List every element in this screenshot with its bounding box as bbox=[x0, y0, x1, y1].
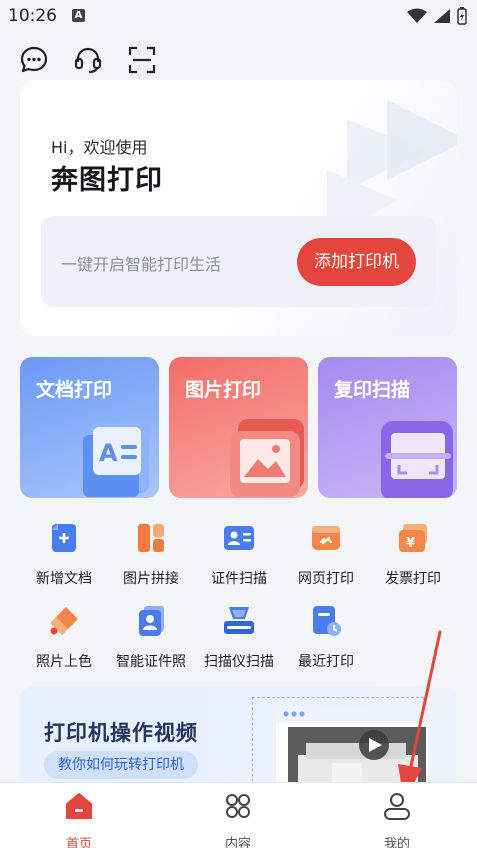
grid-item-new-document[interactable]: 新增文档 bbox=[19, 522, 109, 588]
web-link-icon bbox=[312, 526, 340, 550]
nav-label: 首页 bbox=[65, 837, 92, 848]
grid-label: 网页打印 bbox=[298, 571, 354, 587]
headset-icon[interactable] bbox=[72, 44, 104, 76]
signal-icon bbox=[434, 9, 450, 23]
status-indicators bbox=[407, 7, 467, 25]
nav-item-home[interactable]: 首页 bbox=[39, 791, 119, 848]
profile-icon bbox=[384, 793, 410, 820]
document-print-card[interactable]: 文档打印 A bbox=[20, 357, 159, 498]
grid-item-web-print[interactable]: 网页打印 bbox=[281, 522, 371, 588]
paint-bucket-icon bbox=[50, 607, 78, 635]
grid-label: 智能证件照 bbox=[116, 654, 186, 670]
home-icon bbox=[66, 793, 92, 819]
grid-label: 新增文档 bbox=[36, 571, 92, 587]
video-banner-title: 打印机操作视频 bbox=[44, 721, 198, 745]
image-icon bbox=[230, 419, 304, 497]
welcome-card: Hi，欢迎使用 奔图打印 一键开启智能打印生活 添加打印机 bbox=[20, 80, 457, 336]
scanner-icon bbox=[224, 607, 254, 634]
welcome-greeting: Hi，欢迎使用 bbox=[51, 138, 148, 157]
grid-item-scanner-scan[interactable]: 扫描仪扫描 bbox=[194, 605, 284, 671]
grid-item-photo-colorize[interactable]: 照片上色 bbox=[19, 605, 109, 671]
grid-item-recent-print[interactable]: 最近打印 bbox=[281, 605, 371, 671]
copy-scan-label: 复印扫描 bbox=[334, 379, 411, 401]
bottom-nav: 首页 内容 我的 bbox=[0, 782, 477, 848]
content-grid-icon bbox=[226, 794, 250, 818]
grid-label: 照片上色 bbox=[36, 654, 92, 670]
grid-item-id-scan[interactable]: 证件扫描 bbox=[194, 522, 284, 588]
grid-item-smart-id-photo[interactable]: 智能证件照 bbox=[106, 605, 196, 671]
image-print-card[interactable]: 图片打印 bbox=[169, 357, 308, 498]
wifi-icon bbox=[407, 8, 427, 23]
id-card-icon bbox=[224, 526, 254, 550]
notification-icon: A bbox=[72, 9, 85, 22]
nav-label: 内容 bbox=[224, 837, 251, 848]
image-collage-icon bbox=[138, 524, 164, 552]
scan-frame-icon bbox=[381, 421, 453, 498]
status-bar: 10:26 A bbox=[0, 0, 477, 34]
nav-item-content[interactable]: 内容 bbox=[198, 791, 278, 848]
grid-label: 图片拼接 bbox=[123, 571, 179, 587]
grid-item-image-collage[interactable]: 图片拼接 bbox=[106, 522, 196, 588]
nav-label: 我的 bbox=[383, 837, 410, 848]
image-print-label: 图片打印 bbox=[185, 379, 262, 401]
svg-text:A: A bbox=[99, 439, 118, 467]
video-banner-subtitle: 教你如何玩转打印机 bbox=[44, 751, 198, 779]
grid-item-invoice-print[interactable]: ¥ 发票打印 bbox=[368, 522, 458, 588]
grid-label: 扫描仪扫描 bbox=[204, 654, 274, 670]
grid-label: 发票打印 bbox=[385, 571, 441, 587]
add-printer-prompt: 一键开启智能打印生活 bbox=[61, 255, 222, 274]
new-document-icon bbox=[52, 524, 76, 552]
document-print-label: 文档打印 bbox=[36, 379, 113, 401]
top-toolbar bbox=[18, 44, 158, 76]
id-photo-icon bbox=[139, 606, 164, 636]
status-time: 10:26 bbox=[8, 6, 57, 26]
app-title: 奔图打印 bbox=[51, 165, 163, 196]
nav-item-profile[interactable]: 我的 bbox=[357, 791, 437, 848]
svg-text:¥: ¥ bbox=[406, 536, 415, 551]
copy-scan-card[interactable]: 复印扫描 bbox=[318, 357, 457, 498]
grid-label: 最近打印 bbox=[298, 654, 354, 670]
recent-document-icon bbox=[313, 606, 341, 636]
document-icon: A bbox=[83, 421, 149, 497]
add-printer-panel: 一键开启智能打印生活 添加打印机 bbox=[41, 216, 436, 307]
scan-icon[interactable] bbox=[126, 44, 158, 76]
grid-label: 证件扫描 bbox=[211, 571, 267, 587]
annotation-arrow-icon bbox=[398, 630, 442, 802]
battery-icon bbox=[457, 7, 467, 25]
invoice-icon: ¥ bbox=[399, 524, 427, 552]
message-icon[interactable] bbox=[18, 44, 50, 76]
add-printer-button[interactable]: 添加打印机 bbox=[297, 238, 416, 286]
